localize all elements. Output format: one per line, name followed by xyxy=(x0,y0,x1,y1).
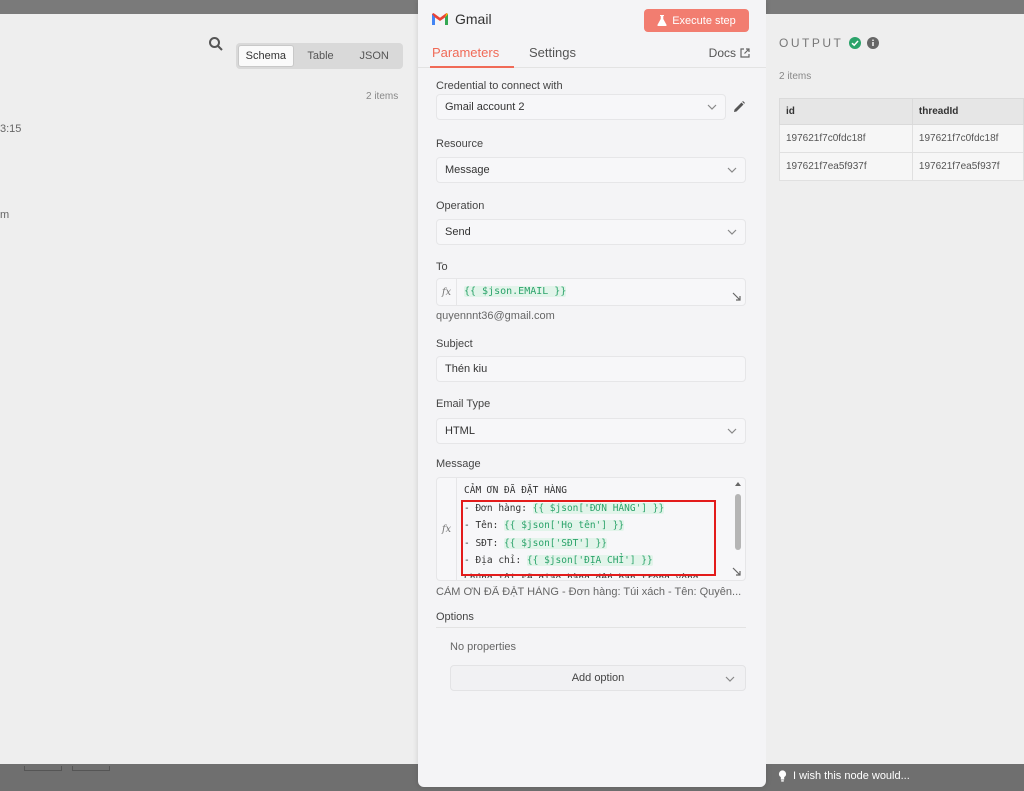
node-title: Gmail xyxy=(455,11,492,27)
scroll-up-arrow-icon[interactable] xyxy=(735,482,741,486)
input-value-fragment: 3:15 xyxy=(0,123,22,135)
docs-link[interactable]: Docs xyxy=(709,46,750,60)
operation-select[interactable]: Send xyxy=(436,219,746,245)
table-row: 197621f7ea5f937f 197621f7ea5f937f xyxy=(779,152,1024,181)
feedback-label: I wish this node would... xyxy=(793,770,910,782)
tab-parameters[interactable]: Parameters xyxy=(432,45,499,60)
table-cell: 197621f7c0fdc18f xyxy=(911,124,1024,153)
tab-settings[interactable]: Settings xyxy=(529,45,576,60)
resource-value: Message xyxy=(445,164,490,176)
output-title: OUTPUT xyxy=(779,36,844,50)
gmail-icon xyxy=(432,13,448,25)
active-tab-indicator xyxy=(430,66,514,68)
chevron-down-icon xyxy=(727,167,737,173)
add-option-label: Add option xyxy=(571,672,625,684)
flask-icon xyxy=(657,15,667,26)
lightbulb-icon xyxy=(778,770,787,782)
column-header-id[interactable]: id xyxy=(779,98,913,125)
view-tab-table[interactable]: Table xyxy=(294,45,348,67)
table-cell: 197621f7ea5f937f xyxy=(779,152,913,181)
bottom-button[interactable] xyxy=(72,766,110,771)
input-panel: Schema Table JSON 2 items 3:15 m xyxy=(0,14,418,764)
message-line: CẢM ƠN ĐÃ ĐẶT HÀNG xyxy=(464,485,567,496)
to-expression-field[interactable]: fx {{ $json.EMAIL }} xyxy=(436,278,746,306)
email-type-label: Email Type xyxy=(436,398,491,410)
node-tabs: Parameters Settings Docs xyxy=(418,38,766,68)
output-table: id threadId 197621f7c0fdc18f 197621f7c0f… xyxy=(779,98,1024,181)
add-option-button[interactable]: Add option xyxy=(450,665,746,691)
node-header: Gmail xyxy=(432,11,492,27)
operation-value: Send xyxy=(445,226,471,238)
info-icon[interactable] xyxy=(867,37,880,49)
execute-step-button[interactable]: Execute step xyxy=(644,9,749,32)
chevron-down-icon xyxy=(727,428,737,434)
fx-icon: fx xyxy=(437,279,457,305)
to-preview: quyennnt36@gmail.com xyxy=(436,310,555,322)
message-scrollbar[interactable] xyxy=(733,482,743,574)
output-header: OUTPUT xyxy=(779,36,880,50)
external-link-icon xyxy=(740,48,750,58)
highlight-annotation xyxy=(461,500,716,576)
table-row: 197621f7c0fdc18f 197621f7c0fdc18f xyxy=(779,124,1024,153)
input-value-fragment: m xyxy=(0,209,10,221)
scroll-thumb[interactable] xyxy=(735,494,741,550)
output-panel: OUTPUT 2 items id threadId 197621f7c0fdc… xyxy=(766,14,1024,764)
table-header-row: id threadId xyxy=(779,98,1024,125)
pencil-icon[interactable] xyxy=(732,100,746,114)
credential-select[interactable]: Gmail account 2 xyxy=(436,94,726,120)
chevron-down-icon xyxy=(707,104,717,110)
resource-select[interactable]: Message xyxy=(436,157,746,183)
message-label: Message xyxy=(436,458,481,470)
divider xyxy=(436,627,746,628)
node-editor: Gmail Execute step Parameters Settings D… xyxy=(418,0,766,787)
no-properties-text: No properties xyxy=(450,641,517,653)
email-type-select[interactable]: HTML xyxy=(436,418,746,444)
view-toggle: Schema Table JSON xyxy=(236,43,403,69)
table-cell: 197621f7ea5f937f xyxy=(911,152,1024,181)
chevron-down-icon xyxy=(725,676,735,682)
to-expression: {{ $json.EMAIL }} xyxy=(464,286,567,297)
feedback-link[interactable]: I wish this node would... xyxy=(778,770,910,782)
credential-value: Gmail account 2 xyxy=(445,101,525,113)
subject-label: Subject xyxy=(436,338,473,350)
fx-icon: fx xyxy=(437,478,457,580)
success-check-icon xyxy=(849,37,862,49)
output-item-count: 2 items xyxy=(779,71,812,82)
email-type-value: HTML xyxy=(445,425,475,437)
credential-label: Credential to connect with xyxy=(436,80,563,92)
view-tab-json[interactable]: JSON xyxy=(347,45,401,67)
table-cell: 197621f7c0fdc18f xyxy=(779,124,913,153)
input-item-count: 2 items xyxy=(366,91,399,102)
docs-label: Docs xyxy=(708,46,736,60)
chevron-down-icon xyxy=(727,229,737,235)
expand-icon[interactable] xyxy=(732,292,741,301)
subject-value: Thén kiu xyxy=(445,363,488,375)
operation-label: Operation xyxy=(436,200,485,212)
subject-input[interactable]: Thén kiu xyxy=(436,356,746,382)
options-label: Options xyxy=(436,611,474,623)
search-icon[interactable] xyxy=(208,36,224,52)
bottom-button[interactable] xyxy=(24,766,62,771)
expand-icon[interactable] xyxy=(732,567,741,576)
to-label: To xyxy=(436,261,448,273)
resource-label: Resource xyxy=(436,138,484,150)
message-preview: CẢM ƠN ĐÃ ĐẶT HÀNG - Đơn hàng: Túi xách … xyxy=(436,586,742,598)
column-header-threadid[interactable]: threadId xyxy=(911,98,1024,125)
view-tab-schema[interactable]: Schema xyxy=(238,45,294,67)
execute-step-label: Execute step xyxy=(672,14,736,27)
